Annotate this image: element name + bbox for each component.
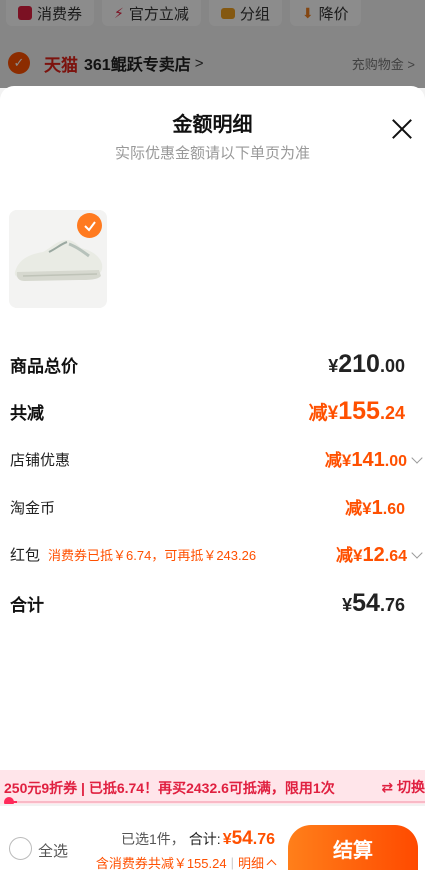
bottom-total-amount: ¥54.76 <box>222 828 275 849</box>
store-discount-value: 减¥ 141 .00 <box>325 446 423 472</box>
chevron-up-icon <box>266 859 277 870</box>
chevron-down-icon <box>411 452 423 464</box>
selected-count: 已选1件， <box>121 831 185 847</box>
promo-progress-track <box>6 801 425 803</box>
dim-overlay[interactable] <box>0 0 425 88</box>
total-label: 合计 <box>10 595 44 615</box>
checkout-bar: 全选 已选1件， 合计: ¥54.76 含消费券共减￥155.24 | 明细 结… <box>0 806 425 870</box>
switch-coupon-button[interactable]: ⇄ 切换 <box>377 777 425 797</box>
row-total: 合计 ¥ 54 .76 <box>10 588 405 618</box>
check-icon <box>83 220 96 232</box>
red-packet-value: 减¥ 12 .64 <box>336 541 423 567</box>
subtotal-label: 商品总价 <box>10 356 78 376</box>
sheet-title: 金额明细 <box>172 114 253 136</box>
chevron-down-icon <box>411 547 423 559</box>
taojinbi-value: 减¥ 1 .60 <box>345 497 405 519</box>
row-red-packet[interactable]: 红包 消费券已抵￥6.74，可再抵￥243.26 减¥ 12 .64 <box>10 539 423 569</box>
amount-detail-sheet: 金额明细 实际优惠金额请以下单页为准 商品总价 ¥ 210 .00 共减 减¥ … <box>0 86 425 770</box>
select-all-label[interactable]: 全选 <box>38 840 68 861</box>
total-discount-value: 减¥ 155 .24 <box>308 396 405 425</box>
product-check-icon[interactable] <box>77 213 102 238</box>
discount-text: 含消费券共减￥155.24 <box>95 856 227 870</box>
total-value: ¥ 54 .76 <box>342 588 405 617</box>
row-subtotal: 商品总价 ¥ 210 .00 <box>10 349 405 379</box>
promo-text: 250元9折券 | 已抵6.74！再买2432.6可抵满，限用1次 <box>4 780 335 796</box>
row-total-discount: 共减 减¥ 155 .24 <box>10 396 405 426</box>
red-packet-note: 消费券已抵￥6.74，可再抵￥243.26 <box>48 547 257 563</box>
row-taojinbi: 淘金币 减¥ 1 .60 <box>10 492 405 522</box>
total-label: 合计: <box>188 831 221 847</box>
sheet-subtitle: 实际优惠金额请以下单页为准 <box>114 145 310 162</box>
coupon-promo-bar[interactable]: 250元9折券 | 已抵6.74！再买2432.6可抵满，限用1次 ⇄ 切换 <box>0 770 425 804</box>
store-discount-label: 店铺优惠 <box>10 451 71 469</box>
checkout-button[interactable]: 结算 <box>288 825 418 870</box>
subtotal-value: ¥ 210 .00 <box>328 349 405 378</box>
detail-toggle[interactable]: 明细 <box>238 853 264 870</box>
promo-progress-dot <box>4 797 14 804</box>
taojinbi-label: 淘金币 <box>10 499 56 517</box>
red-packet-label: 红包 <box>10 546 41 564</box>
sum-line: 已选1件， 合计: ¥54.76 <box>121 828 275 850</box>
close-icon[interactable] <box>389 116 415 142</box>
row-store-discount[interactable]: 店铺优惠 减¥ 141 .00 <box>10 444 423 474</box>
total-discount-label: 共减 <box>10 403 44 423</box>
select-all-radio[interactable] <box>9 837 32 860</box>
discount-line[interactable]: 含消费券共减￥155.24 | 明细 <box>95 853 277 870</box>
